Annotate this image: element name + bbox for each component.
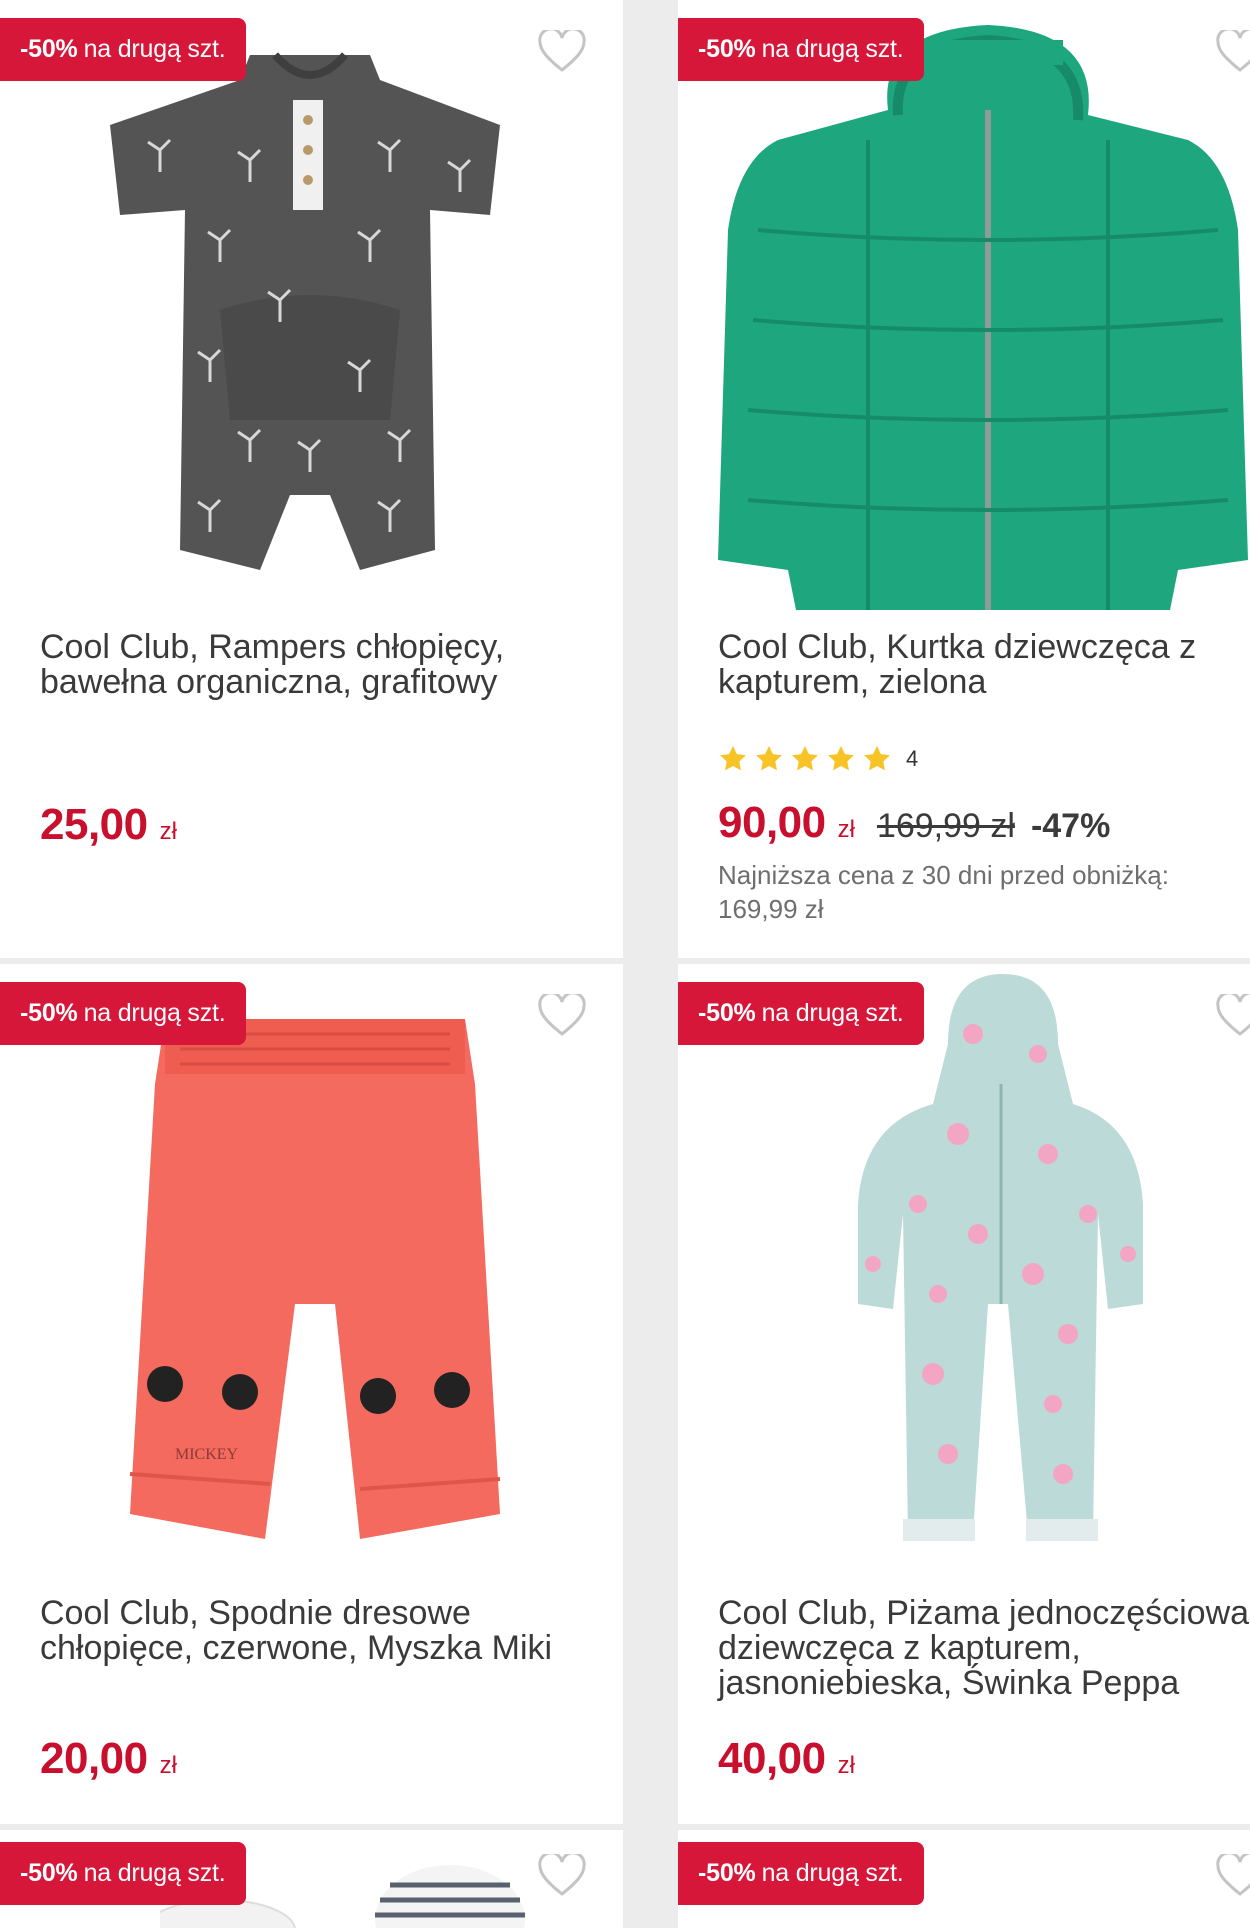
garment-print-text: MICKEY	[175, 1446, 239, 1463]
star-icon	[828, 745, 854, 771]
heart-outline-icon[interactable]	[537, 994, 587, 1038]
currency: zł	[837, 816, 855, 843]
currency: zł	[837, 1752, 855, 1779]
product-image[interactable]	[838, 974, 1158, 1554]
promo-badge-text: na drugą szt.	[83, 1859, 226, 1887]
price: 25,00	[40, 800, 148, 849]
promo-badge-text: na drugą szt.	[761, 35, 904, 63]
promo-badge: -50% na drugą szt.	[678, 1842, 924, 1905]
product-card[interactable]: MICKEY -50% na drugą szt. Cool Club, Spo…	[0, 964, 623, 1824]
promo-badge-discount: -50%	[20, 999, 78, 1027]
promo-badge-discount: -50%	[698, 1859, 756, 1887]
promo-badge-discount: -50%	[20, 1859, 78, 1887]
price-row: 40,00 zł	[718, 1734, 855, 1784]
currency: zł	[159, 1752, 177, 1779]
star-icon	[864, 745, 890, 771]
rating: 4	[718, 744, 918, 774]
product-title[interactable]: Cool Club, Spodnie dresowe chłopięce, cz…	[40, 1596, 600, 1666]
price: 90,00	[718, 798, 826, 847]
price: 40,00	[718, 1734, 826, 1783]
product-card[interactable]: -50% na drugą szt. Cool Club, Rampers ch…	[0, 0, 623, 958]
promo-badge-discount: -50%	[698, 35, 756, 63]
product-card[interactable]: -50% na drugą szt. Cool Club, Piżama jed…	[678, 964, 1250, 1824]
heart-outline-icon[interactable]	[1215, 30, 1250, 74]
promo-badge-discount: -50%	[20, 35, 78, 63]
product-card[interactable]: -50% na drugą szt. Cool Club, Kurtka dzi…	[678, 0, 1250, 958]
product-grid: -50% na drugą szt. Cool Club, Rampers ch…	[0, 0, 1250, 1928]
star-icon	[720, 745, 746, 771]
star-icon	[792, 745, 818, 771]
product-title[interactable]: Cool Club, Kurtka dziewczęca z kapturem,…	[718, 630, 1248, 700]
price-row: 90,00 zł 169,99 zł -47%	[718, 798, 1110, 848]
product-card[interactable]: -50% na drugą szt.	[0, 1830, 623, 1928]
promo-badge: -50% na drugą szt.	[0, 18, 246, 81]
promo-badge-text: na drugą szt.	[761, 999, 904, 1027]
currency: zł	[159, 818, 177, 845]
heart-outline-icon[interactable]	[537, 1854, 587, 1898]
promo-badge: -50% na drugą szt.	[678, 18, 924, 81]
heart-outline-icon[interactable]	[1215, 994, 1250, 1038]
price: 20,00	[40, 1734, 148, 1783]
promo-badge: -50% na drugą szt.	[0, 982, 246, 1045]
discount-percent: -47%	[1030, 807, 1111, 845]
product-image[interactable]: MICKEY	[120, 1004, 510, 1544]
old-price: 169,99 zł	[876, 807, 1015, 845]
promo-badge: -50% na drugą szt.	[0, 1842, 246, 1905]
product-image[interactable]	[718, 20, 1250, 620]
heart-outline-icon[interactable]	[1215, 1854, 1250, 1898]
rating-count: 4	[906, 746, 919, 771]
heart-outline-icon[interactable]	[537, 30, 587, 74]
promo-badge: -50% na drugą szt.	[678, 982, 924, 1045]
promo-badge-text: na drugą szt.	[83, 35, 226, 63]
promo-badge-text: na drugą szt.	[761, 1859, 904, 1887]
product-title[interactable]: Cool Club, Rampers chłopięcy, bawełna or…	[40, 630, 600, 700]
product-card[interactable]: -50% na drugą szt.	[678, 1830, 1250, 1928]
promo-badge-text: na drugą szt.	[83, 999, 226, 1027]
promo-badge-discount: -50%	[698, 999, 756, 1027]
product-title[interactable]: Cool Club, Piżama jednoczęściowa dziewcz…	[718, 1596, 1250, 1701]
price-row: 25,00 zł	[40, 800, 177, 850]
price-row: 20,00 zł	[40, 1734, 177, 1784]
product-image[interactable]	[60, 40, 560, 590]
star-icon	[756, 745, 782, 771]
lowest-price-note: Najniższa cena z 30 dni przed obniżką: 1…	[718, 860, 1169, 924]
